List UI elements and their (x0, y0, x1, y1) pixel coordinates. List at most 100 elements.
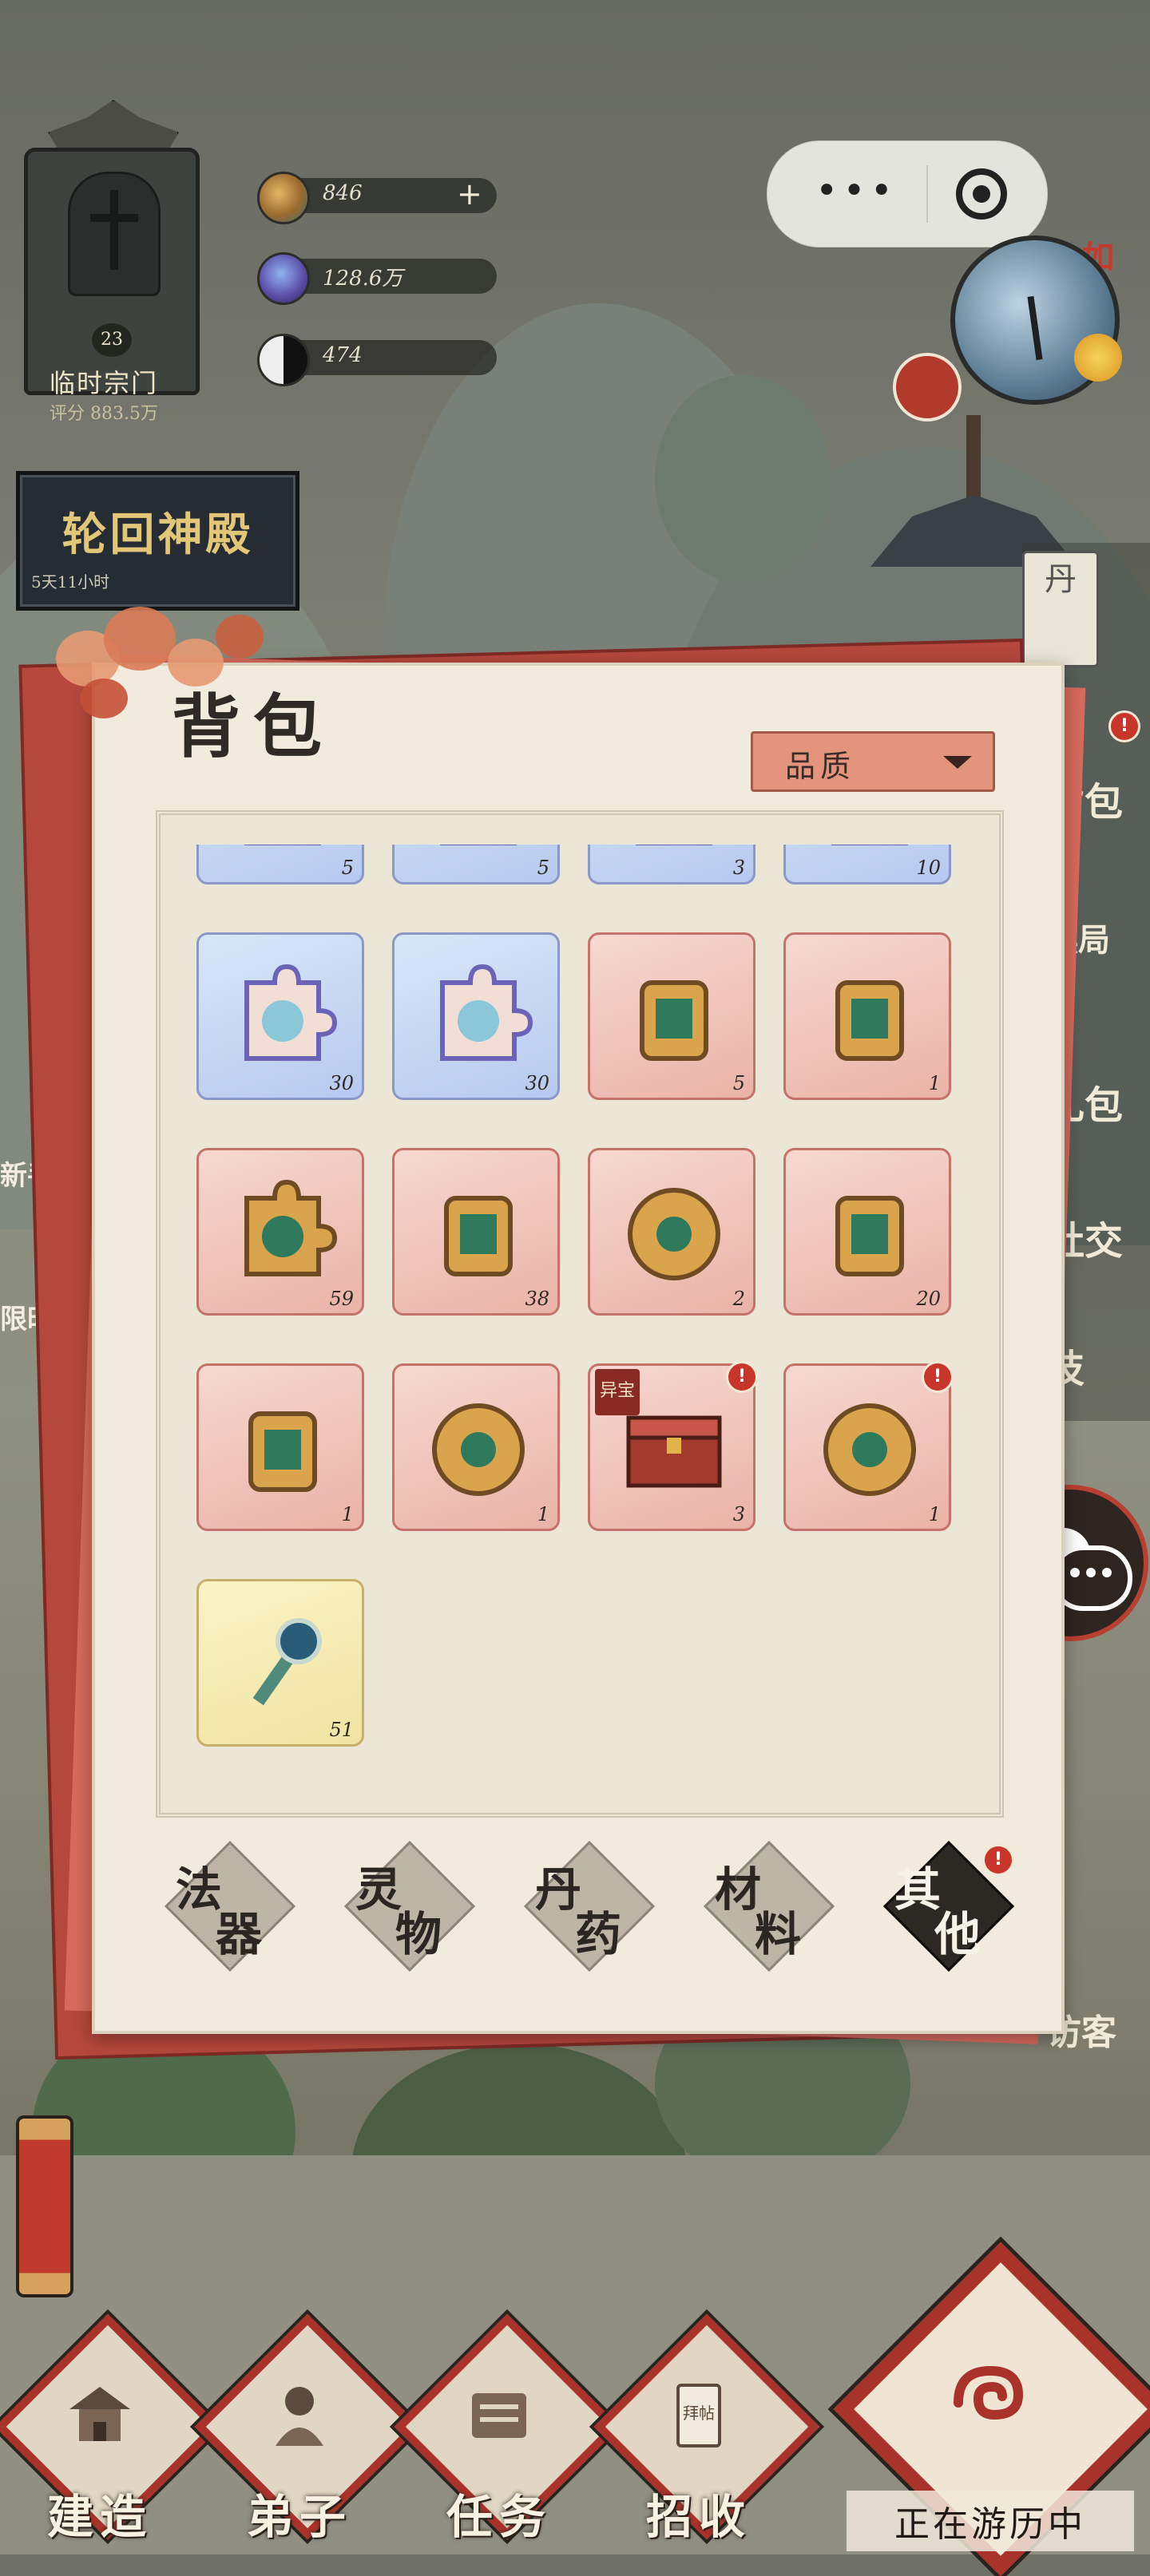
item-count: 10 (916, 857, 941, 879)
inventory-slot[interactable]: 1 (196, 1363, 364, 1531)
samsara-temple-banner[interactable]: 轮回神殿 5天11小时 (16, 471, 299, 611)
inventory-slot[interactable]: 5 (588, 932, 755, 1100)
pagoda-icon (69, 2387, 130, 2441)
inventory-slot[interactable]: 1 (392, 1363, 560, 1531)
tab-others[interactable]: 其 他 ! (878, 1836, 1015, 1973)
puzzle-piece-2-icon (418, 845, 538, 863)
nav-disciples[interactable]: 弟子 (194, 2313, 421, 2554)
item-count: 3 (732, 1503, 745, 1525)
item-count: 30 (525, 1072, 549, 1094)
item-count: 38 (525, 1288, 549, 1310)
item-count: 5 (341, 857, 354, 879)
inventory-slot[interactable]: 3 (588, 845, 755, 884)
portrait-puzzle-a-icon (244, 964, 338, 1061)
alert-icon: ! (922, 1361, 954, 1393)
item-count: 1 (928, 1503, 941, 1525)
sun-icon (1074, 334, 1122, 382)
item-count: 1 (928, 1072, 941, 1094)
invitation-card-icon: 拜帖 (676, 2384, 721, 2447)
tab-spirit-items[interactable]: 灵 物 (339, 1836, 476, 1973)
backpack-title: 背包 (172, 687, 335, 767)
sort-dropdown[interactable]: 品质 (751, 731, 995, 792)
jade-pendant-icon (835, 1196, 904, 1276)
item-count: 59 (329, 1288, 354, 1310)
inventory-slot[interactable]: 5 (196, 845, 364, 884)
tab-label: 药 (575, 1907, 622, 1961)
alchemy-label: 丹 (1045, 561, 1077, 598)
tab-label: 料 (755, 1907, 802, 1961)
inventory-slot[interactable]: 38 (392, 1148, 560, 1316)
sect-score: 评分 883.5万 (50, 404, 158, 424)
nav-build[interactable]: 建造 (0, 2313, 221, 2554)
item-count: 1 (341, 1503, 354, 1525)
inventory-slot[interactable]: 10 (783, 845, 951, 884)
inventory-grid[interactable]: 5 5 3 10 30 30 5 1 59 38 2 20 1 1 异宝! 3! 1 51 (168, 845, 982, 1802)
nav-tasks-label: 任务 (446, 2490, 552, 2544)
item-count: 5 (732, 1072, 745, 1094)
cloud-swirl-icon (954, 2365, 1024, 2420)
task-scroll-icon (472, 2393, 526, 2438)
portrait-puzzle-b-icon (440, 964, 533, 1061)
crystal-icon (257, 252, 310, 305)
puzzle-piece-1-icon (223, 845, 343, 863)
item-count: 5 (537, 857, 549, 879)
nav-recruit[interactable]: 拜帖 招收 (593, 2313, 820, 2554)
tab-label: 器 (216, 1907, 263, 1961)
spirit-stone-icon (257, 172, 310, 224)
dark-puzzle-piece-icon (244, 1179, 338, 1276)
fire-stone-icon (248, 1411, 317, 1492)
inventory-slot[interactable]: 51 (196, 1579, 364, 1747)
svg-text:拜帖: 拜帖 (683, 2404, 715, 2423)
tab-label: 物 (395, 1907, 442, 1961)
sword-emblem-icon (68, 172, 161, 296)
tab-elixirs[interactable]: 丹 药 (519, 1836, 656, 1973)
scroll-icon[interactable] (16, 2115, 73, 2297)
disciple-icon (276, 2387, 323, 2446)
inventory-slot[interactable]: 2 (588, 1148, 755, 1316)
alert-icon: ! (982, 1844, 1014, 1876)
alert-icon: ! (726, 1361, 758, 1393)
tab-materials[interactable]: 材 料 (699, 1836, 835, 1973)
puzzle-piece-3-icon (614, 845, 734, 863)
sect-level: 23 (92, 323, 132, 357)
resource-value: 846 (323, 181, 363, 205)
alchemy-tab[interactable]: 丹 (1022, 551, 1099, 667)
samsara-title: 轮回神殿 (61, 508, 254, 561)
inventory-slot[interactable]: 5 (392, 845, 560, 884)
travel-status: 正在游历中 (847, 2491, 1134, 2551)
mini-program-capsule: ••• (767, 140, 1048, 247)
sect-badge[interactable]: 23 临时宗门 评分 883.5万 (8, 100, 200, 443)
tab-label: 他 (934, 1907, 981, 1961)
jade-knot-orb-icon (432, 1403, 525, 1496)
nav-disciples-label: 弟子 (246, 2490, 352, 2544)
nav-tasks[interactable]: 任务 (394, 2313, 621, 2554)
yin-yang-icon (257, 334, 310, 386)
inventory-slot[interactable]: 59 (196, 1148, 364, 1316)
dragon-coin-icon (628, 1188, 720, 1280)
red-tassel-token-icon (444, 1196, 513, 1276)
inventory-slot[interactable]: 异宝! 3 (588, 1361, 758, 1531)
close-target-icon[interactable] (953, 165, 1010, 223)
item-count: 2 (732, 1288, 745, 1310)
inventory-slot[interactable]: 30 (196, 932, 364, 1100)
resource-yin-yang: 474 (257, 334, 497, 386)
travel-button[interactable]: 正在游历中 (833, 2242, 1150, 2576)
more-options-icon[interactable]: ••• (815, 168, 898, 213)
notice-pin-icon[interactable] (893, 353, 962, 421)
tab-artifacts[interactable]: 法 器 (160, 1836, 296, 1973)
alert-icon: ! (1108, 710, 1140, 742)
puzzle-piece-4-icon (810, 845, 930, 863)
inventory-slot[interactable]: ! 1 (783, 1361, 954, 1531)
item-count: 51 (329, 1719, 354, 1741)
inventory-slot[interactable]: 20 (783, 1148, 951, 1316)
resource-spirit-stone: 846 + (257, 172, 497, 224)
jade-key-icon (252, 1618, 322, 1706)
inventory-slot[interactable]: 1 (783, 932, 951, 1100)
nav-recruit-label: 招收 (645, 2490, 751, 2544)
inventory-slot[interactable]: 30 (392, 932, 560, 1100)
item-count: 20 (916, 1288, 941, 1310)
rare-tag: 异宝 (595, 1369, 640, 1415)
item-count: 3 (732, 857, 745, 879)
samsara-countdown: 5天11小时 (31, 572, 110, 592)
add-resource-button[interactable]: + (457, 176, 482, 212)
